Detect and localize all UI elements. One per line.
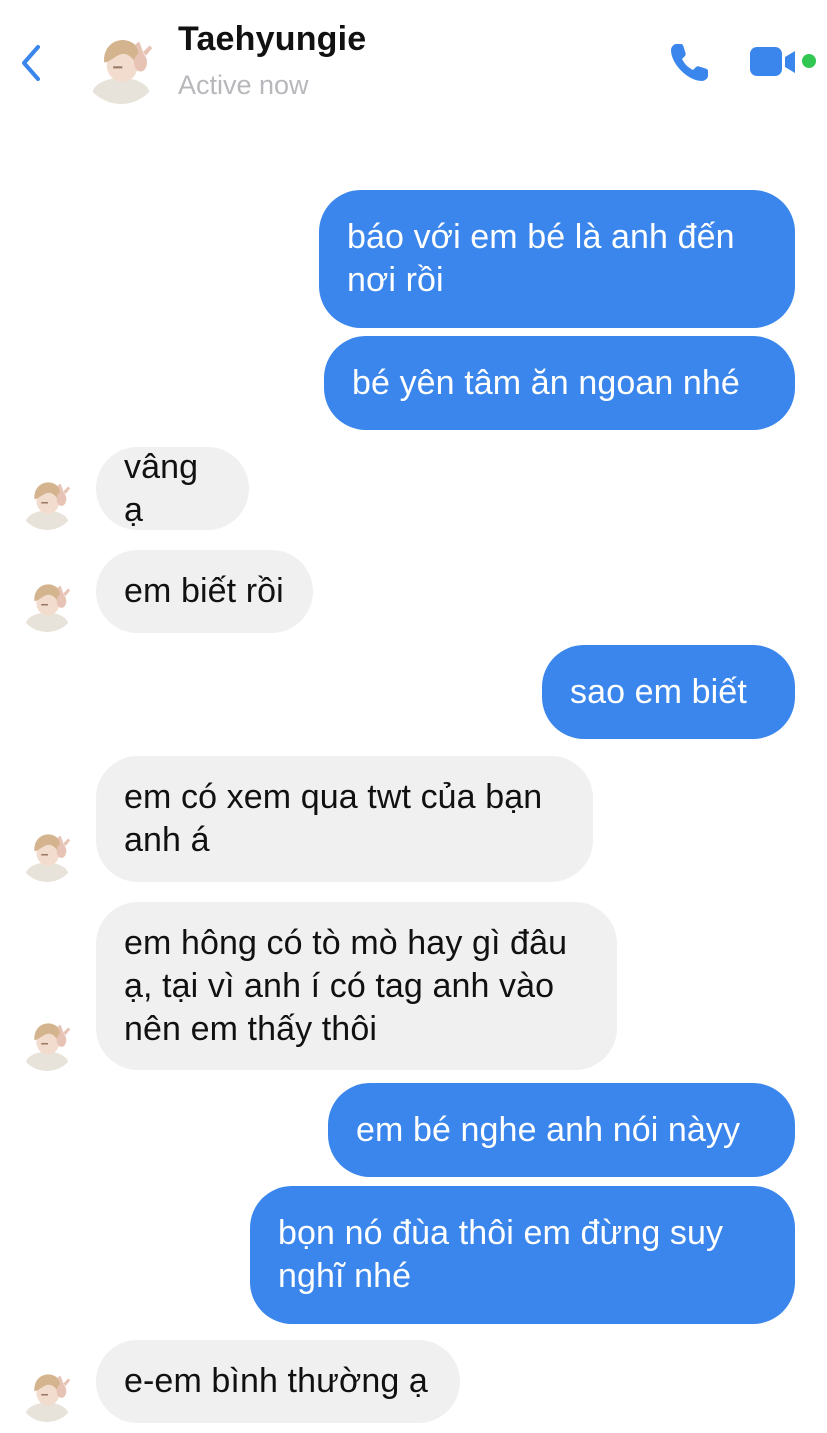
message-text: bé yên tâm ăn ngoan nhé bbox=[352, 363, 740, 402]
sender-avatar[interactable] bbox=[18, 472, 76, 530]
sender-avatar[interactable] bbox=[18, 1013, 76, 1071]
call-button[interactable] bbox=[666, 38, 714, 86]
message-text: e-em bình thường ạ bbox=[124, 1362, 428, 1400]
message-text: báo với em bé là anh đến nơi rồi bbox=[347, 218, 735, 299]
message-text: bọn nó đùa thôi em đừng suy nghĩ nhé bbox=[278, 1214, 724, 1295]
incoming-message[interactable]: em hông có tò mò hay gì đâu ạ, tại vì an… bbox=[96, 902, 617, 1070]
sender-avatar[interactable] bbox=[18, 574, 76, 632]
message-text: em hông có tò mò hay gì đâu ạ, tại vì an… bbox=[124, 923, 568, 1048]
video-call-button[interactable] bbox=[748, 42, 800, 82]
message-text: em bé nghe anh nói nàyy bbox=[356, 1110, 741, 1149]
incoming-message[interactable]: em có xem qua twt của bạn anh á bbox=[96, 756, 593, 882]
sender-avatar[interactable] bbox=[18, 1364, 76, 1422]
contact-name[interactable]: Taehyungie bbox=[178, 20, 366, 59]
chevron-left-icon bbox=[22, 45, 40, 81]
incoming-message[interactable]: e-em bình thường ạ bbox=[96, 1340, 460, 1423]
message-text: vâng ạ bbox=[124, 447, 199, 529]
online-indicator bbox=[802, 54, 816, 68]
contact-avatar[interactable] bbox=[82, 26, 160, 104]
outgoing-message[interactable]: bọn nó đùa thôi em đừng suy nghĩ nhé bbox=[250, 1186, 795, 1324]
message-text: em có xem qua twt của bạn anh á bbox=[124, 778, 543, 859]
phone-icon bbox=[671, 44, 708, 81]
message-text: sao em biết bbox=[570, 672, 747, 711]
outgoing-message[interactable]: bé yên tâm ăn ngoan nhé bbox=[324, 336, 795, 430]
video-camera-icon bbox=[750, 47, 795, 76]
outgoing-message[interactable]: em bé nghe anh nói nàyy bbox=[328, 1083, 795, 1177]
active-status: Active now bbox=[178, 70, 309, 100]
incoming-message[interactable]: em biết rồi bbox=[96, 550, 313, 633]
message-text: em biết rồi bbox=[124, 572, 284, 610]
chat-header: Taehyungie Active now bbox=[0, 0, 827, 130]
outgoing-message[interactable]: báo với em bé là anh đến nơi rồi bbox=[319, 190, 795, 328]
outgoing-message[interactable]: sao em biết bbox=[542, 645, 795, 739]
sender-avatar[interactable] bbox=[18, 824, 76, 882]
back-button[interactable] bbox=[14, 40, 48, 86]
incoming-message[interactable]: vâng ạ bbox=[96, 447, 249, 530]
